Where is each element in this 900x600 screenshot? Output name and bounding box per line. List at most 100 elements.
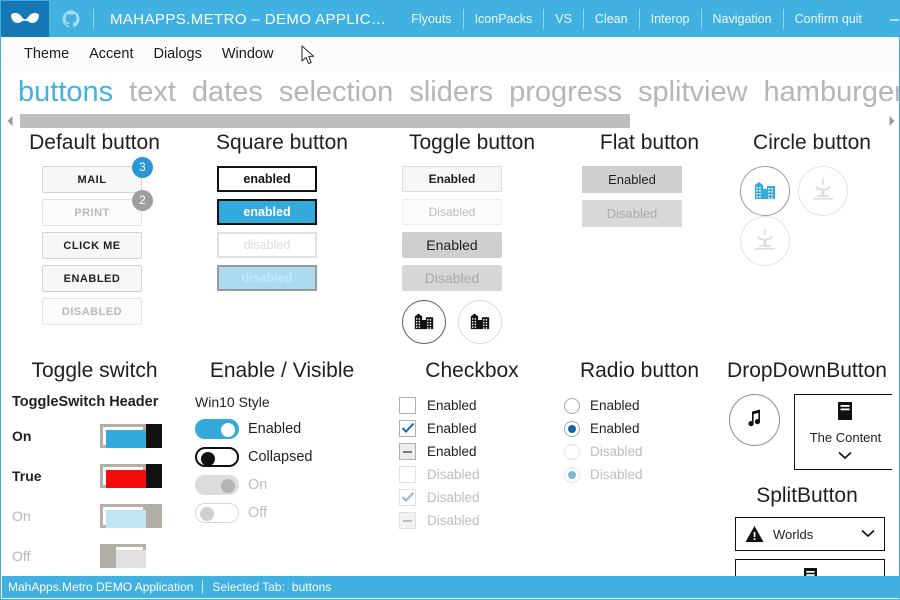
toggle-button-3: Disabled (402, 265, 502, 291)
toggleswitch-row: On (12, 416, 187, 456)
win10-toggle-1[interactable] (195, 447, 239, 467)
toggleswitch-row: True (12, 456, 187, 496)
button-disabled[interactable]: DISABLED (42, 298, 142, 325)
section-title-splitbutton: SplitButton (717, 484, 892, 507)
toggleswitch-3 (100, 544, 164, 568)
tab-selection[interactable]: selection (271, 73, 401, 111)
toggle-circle-button-1[interactable] (458, 300, 502, 344)
checkbox-label: Disabled (427, 513, 480, 528)
button-mail[interactable]: MAIL (42, 166, 142, 193)
menu-item-window[interactable]: Window (212, 42, 284, 66)
content-row-2: Toggle switch ToggleSwitch Header OnTrue… (2, 359, 892, 578)
default-button-wrap: MAIL3 (42, 166, 187, 193)
toggleswitch-knob[interactable] (146, 464, 162, 488)
toggleswitch-row: On (12, 496, 187, 536)
titlebar-item-interop[interactable]: Interop (640, 1, 701, 37)
fountain-icon (753, 227, 777, 256)
scrollbar-thumb[interactable] (20, 114, 630, 128)
mustache-logo-icon[interactable] (1, 1, 49, 37)
toggle-circle-button-0[interactable] (402, 300, 446, 344)
section-title: DropDownButton (717, 359, 892, 382)
book-icon (836, 401, 854, 426)
square-button-2: disabled (217, 232, 317, 258)
flat-button-enabled[interactable]: Enabled (582, 166, 682, 193)
toggle-button-0[interactable]: Enabled (402, 166, 502, 192)
radio-1[interactable] (564, 421, 580, 437)
checkbox-row: Enabled (399, 417, 567, 440)
section-default-button: Default button MAIL3PRINT2CLICK MEENABLE… (2, 131, 187, 331)
minimize-button[interactable] (873, 1, 900, 37)
win10-toggle-row: Off (195, 501, 377, 524)
section-flat-button: Flat button EnabledDisabled (567, 131, 732, 234)
titlebar-item-navigation[interactable]: Navigation (702, 1, 783, 37)
square-button-0[interactable]: enabled (217, 166, 317, 192)
button-print[interactable]: PRINT (42, 199, 142, 226)
menu-item-accent[interactable]: Accent (79, 42, 143, 66)
checkbox-5 (399, 512, 416, 529)
checkbox-row: Enabled (399, 440, 567, 463)
toggleswitch-header: ToggleSwitch Header (12, 394, 187, 410)
toggleswitch-knob[interactable] (100, 544, 116, 568)
checkbox-row: Disabled (399, 486, 567, 509)
section-radio-button: Radio button EnabledEnabledDisabledDisab… (552, 359, 727, 486)
win10-toggle-0[interactable] (195, 419, 239, 439)
chevron-down-icon (838, 447, 852, 465)
tab-buttons[interactable]: buttons (10, 73, 121, 111)
checkbox-1[interactable] (399, 420, 416, 437)
app-title: MAHAPPS.METRO – DEMO APPLIC… (94, 11, 400, 28)
toggle-button-2[interactable]: Enabled (402, 232, 502, 258)
titlebar-item-clean[interactable]: Clean (584, 1, 639, 37)
toggleswitch-2 (100, 504, 164, 528)
chevron-right-icon[interactable] (884, 111, 900, 131)
circle-button-0[interactable] (740, 166, 790, 216)
titlebar-item-confirm-quit[interactable]: Confirm quit (784, 1, 873, 37)
toggleswitch-knob[interactable] (146, 424, 162, 448)
tab-sliders[interactable]: sliders (401, 73, 501, 111)
toggleswitch-knob[interactable] (146, 504, 162, 528)
button-click-me[interactable]: CLICK ME (42, 232, 142, 259)
tab-progress[interactable]: progress (501, 73, 630, 111)
section-enable-visible: Enable / Visible Win10 Style EnabledColl… (187, 359, 377, 529)
win10-toggle-knob (200, 507, 214, 521)
tab-splitview[interactable]: splitview (630, 73, 756, 111)
radio-label: Disabled (590, 467, 643, 482)
toggleswitch-0[interactable] (100, 424, 164, 448)
music-note-icon (745, 408, 764, 432)
tab-text[interactable]: text (121, 73, 184, 111)
checkbox-0[interactable] (399, 397, 416, 414)
split-button-0[interactable]: Worlds (735, 517, 885, 551)
scrollbar-track[interactable] (18, 114, 884, 128)
toggleswitch-label: On (12, 508, 100, 524)
radio-0[interactable] (564, 398, 580, 414)
titlebar-item-iconpacks[interactable]: IconPacks (464, 1, 544, 37)
tab-dates[interactable]: dates (184, 73, 271, 111)
square-button-1[interactable]: enabled (217, 199, 317, 225)
checkbox-indeterminate-mark (403, 451, 412, 453)
toggleswitch-row: Off (12, 536, 187, 576)
tab-strip: buttonstextdatesselectionslidersprogress… (2, 71, 900, 111)
square-button-3: disabled (217, 265, 317, 291)
radio-dot (568, 425, 576, 433)
app-window: MAHAPPS.METRO – DEMO APPLIC… FlyoutsIcon… (0, 0, 900, 600)
titlebar-item-vs[interactable]: VS (544, 1, 583, 37)
checkbox-2[interactable] (399, 443, 416, 460)
section-title: Toggle button (377, 131, 567, 154)
titlebar-item-flyouts[interactable]: Flyouts (400, 1, 462, 37)
toggleswitch-1[interactable] (100, 464, 164, 488)
toggleswitch-fill (106, 510, 146, 528)
default-button-wrap: DISABLED (42, 298, 187, 325)
status-selected-tab-label: Selected Tab: (212, 580, 285, 594)
win10-toggle-label: Off (248, 505, 267, 521)
chevron-left-icon[interactable] (2, 111, 18, 131)
section-title: Toggle switch (2, 359, 187, 382)
dropdown-content-button[interactable]: The Content (794, 394, 892, 470)
github-octocat-icon[interactable] (49, 1, 93, 37)
button-enabled[interactable]: ENABLED (42, 265, 142, 292)
dropdown-circle-button[interactable] (729, 394, 780, 446)
win10-style-header: Win10 Style (195, 394, 377, 410)
menu-item-dialogs[interactable]: Dialogs (143, 42, 211, 66)
tabs-horizontal-scrollbar[interactable] (2, 111, 900, 131)
menu-item-theme[interactable]: Theme (14, 42, 79, 66)
tab-content-buttons: Default button MAIL3PRINT2CLICK MEENABLE… (2, 131, 892, 578)
tab-hamburger[interactable]: hamburger (756, 73, 900, 111)
